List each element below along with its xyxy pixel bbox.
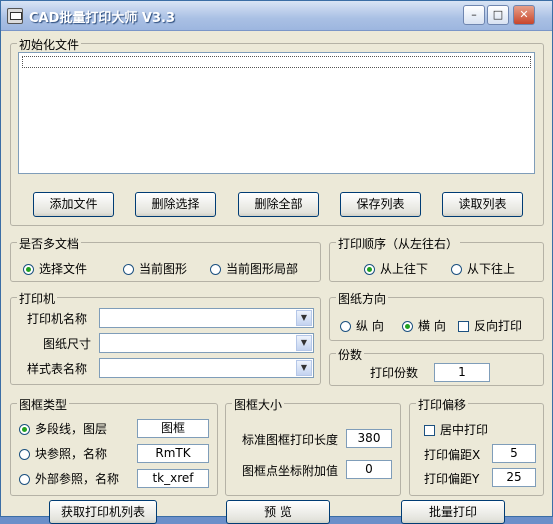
init-files-legend: 初始化文件 [17, 36, 82, 53]
multi-doc-group: 是否多文档 选择文件 当前图形 当前图形局部 [10, 235, 321, 282]
printer-group: 打印机 打印机名称 ▼ 图纸尺寸 ▼ 样式表名称 ▼ [10, 290, 321, 385]
paper-size-label: 图纸尺寸 [43, 337, 92, 351]
radio-landscape[interactable]: 横 向 [402, 317, 446, 334]
radio-dot [123, 264, 134, 275]
save-list-button[interactable]: 保存列表 [340, 192, 421, 217]
print-order-legend: 打印顺序（从左往右） [336, 235, 461, 252]
copies-legend: 份数 [336, 346, 365, 363]
radio-portrait[interactable]: 纵 向 [340, 317, 384, 334]
remove-selected-button[interactable]: 删除选择 [135, 192, 216, 217]
list-focus-row [22, 56, 531, 68]
print-offset-group: 打印偏移 居中打印 打印偏距X 5 打印偏距Y 25 [409, 396, 544, 496]
radio-dot [23, 264, 34, 275]
title-bar[interactable]: CAD批量打印大师 V3.3 – □ ✕ [1, 1, 552, 31]
checkbox-box [458, 321, 469, 332]
radio-top-to-bottom[interactable]: 从上往下 [364, 260, 428, 277]
radio-block-ref-name[interactable]: 块参照，名称 [19, 445, 107, 462]
printer-name-label: 打印机名称 [27, 312, 88, 326]
file-list[interactable] [18, 52, 535, 174]
radio-dot [19, 424, 30, 435]
maximize-button[interactable]: □ [487, 5, 509, 25]
std-length-input[interactable]: 380 [346, 429, 392, 448]
radio-xref-name[interactable]: 外部参照，名称 [19, 470, 119, 487]
batch-print-button[interactable]: 批量打印 [401, 500, 505, 524]
radio-dot [402, 321, 413, 332]
close-button[interactable]: ✕ [513, 5, 535, 25]
minimize-button[interactable]: – [463, 5, 485, 25]
multi-doc-legend: 是否多文档 [17, 235, 82, 252]
style-table-combo[interactable]: ▼ [99, 358, 314, 378]
printer-legend: 打印机 [17, 290, 58, 307]
copies-group: 份数 打印份数 1 [329, 346, 544, 386]
chevron-down-icon[interactable]: ▼ [296, 335, 312, 351]
radio-dot [340, 321, 351, 332]
radio-polyline-layer[interactable]: 多段线，图层 [19, 420, 107, 437]
remove-all-button[interactable]: 删除全部 [238, 192, 319, 217]
printer-name-combo[interactable]: ▼ [99, 308, 314, 328]
read-list-button[interactable]: 读取列表 [442, 192, 523, 217]
copies-label: 打印份数 [370, 366, 419, 380]
main-window: CAD批量打印大师 V3.3 – □ ✕ 初始化文件 添加文件 删除选择 删除全… [0, 0, 553, 524]
coord-add-label: 图框点坐标附加值 [242, 464, 339, 478]
radio-bottom-to-top[interactable]: 从下往上 [451, 260, 515, 277]
print-offset-legend: 打印偏移 [416, 396, 469, 413]
radio-dot [451, 264, 462, 275]
block-name-input[interactable]: RmTK [137, 444, 209, 463]
frame-size-legend: 图框大小 [232, 396, 285, 413]
radio-dot [19, 474, 30, 485]
radio-current-drawing-part[interactable]: 当前图形局部 [210, 260, 298, 277]
get-printers-button[interactable]: 获取打印机列表 [49, 500, 157, 524]
add-file-button[interactable]: 添加文件 [33, 192, 114, 217]
coord-add-input[interactable]: 0 [346, 460, 392, 479]
orientation-legend: 图纸方向 [336, 290, 389, 307]
frame-type-legend: 图框类型 [17, 396, 70, 413]
frame-type-group: 图框类型 多段线，图层 图框 块参照，名称 RmTK 外部参照，名称 tk_xr… [10, 396, 218, 496]
offset-y-input[interactable]: 25 [492, 468, 536, 487]
print-order-group: 打印顺序（从左往右） 从上往下 从下往上 [329, 235, 544, 282]
std-length-label: 标准图框打印长度 [242, 433, 339, 447]
radio-select-file[interactable]: 选择文件 [23, 260, 87, 277]
radio-current-drawing[interactable]: 当前图形 [123, 260, 187, 277]
reverse-print-checkbox[interactable]: 反向打印 [458, 317, 522, 334]
offset-x-label: 打印偏距X [424, 448, 481, 462]
copies-input[interactable]: 1 [434, 363, 490, 382]
offset-x-input[interactable]: 5 [492, 444, 536, 463]
center-print-checkbox[interactable]: 居中打印 [424, 421, 488, 438]
chevron-down-icon[interactable]: ▼ [296, 310, 312, 326]
chevron-down-icon[interactable]: ▼ [296, 360, 312, 376]
radio-dot [210, 264, 221, 275]
xref-name-input[interactable]: tk_xref [137, 469, 209, 488]
preview-button[interactable]: 预 览 [226, 500, 330, 524]
radio-dot [19, 449, 30, 460]
offset-y-label: 打印偏距Y [424, 472, 480, 486]
init-files-group: 初始化文件 添加文件 删除选择 删除全部 保存列表 读取列表 [10, 36, 544, 226]
orientation-group: 图纸方向 纵 向 横 向 反向打印 [329, 290, 544, 341]
frame-size-group: 图框大小 标准图框打印长度 380 图框点坐标附加值 0 [225, 396, 401, 496]
app-icon [7, 8, 23, 24]
checkbox-box [424, 425, 435, 436]
style-table-label: 样式表名称 [27, 362, 88, 376]
radio-dot [364, 264, 375, 275]
frame-layer-input[interactable]: 图框 [137, 419, 209, 438]
window-title: CAD批量打印大师 V3.3 [29, 11, 176, 26]
paper-size-combo[interactable]: ▼ [99, 333, 314, 353]
